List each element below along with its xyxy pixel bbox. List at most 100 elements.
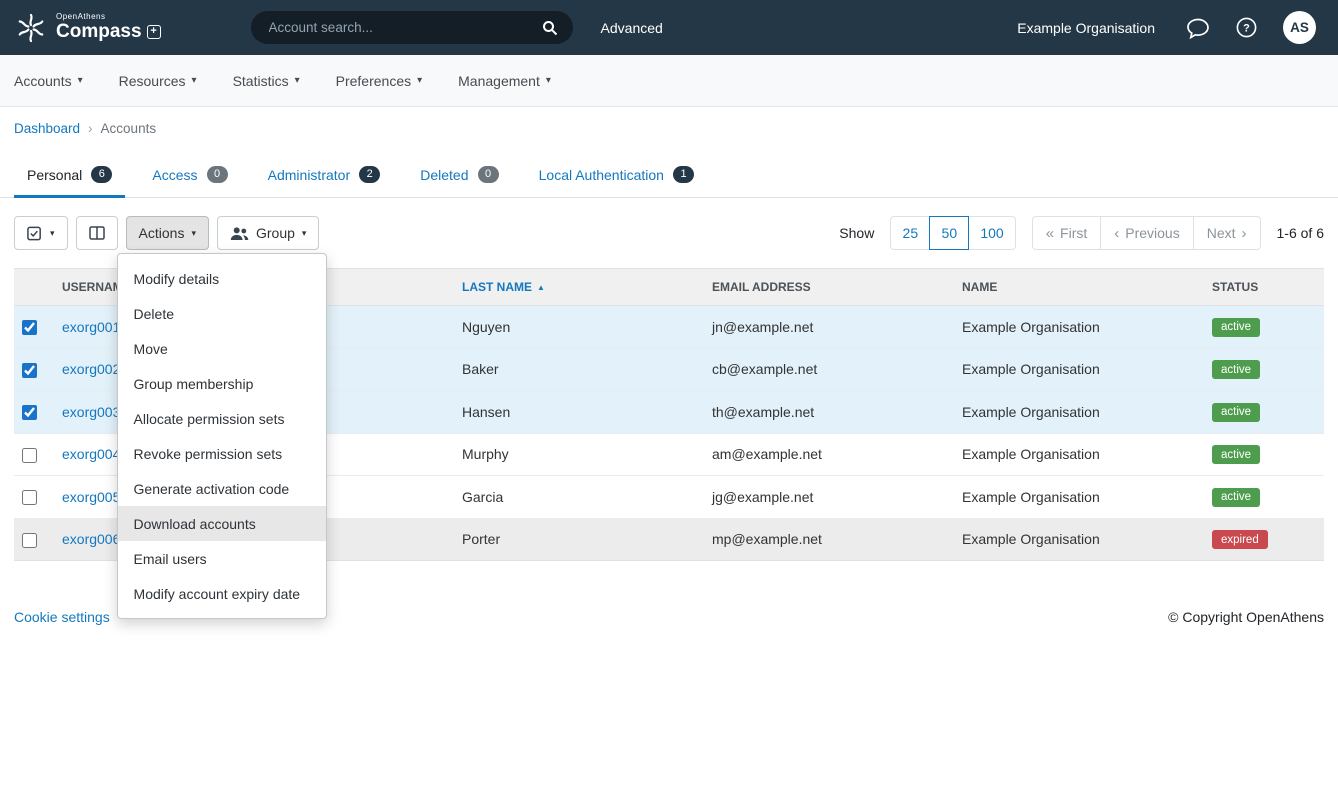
tab-count-badge: 2 [359, 166, 380, 183]
username-link[interactable]: exorg004 [62, 446, 120, 462]
nav-item-accounts[interactable]: Accounts▾ [14, 73, 83, 89]
chat-icon[interactable] [1186, 17, 1210, 39]
first-page-label: First [1060, 225, 1087, 241]
row-checkbox[interactable] [22, 320, 37, 335]
nav-item-label: Preferences [336, 73, 411, 89]
username-link[interactable]: exorg005 [62, 489, 120, 505]
toolbar-left: ▾ Actions ▾ Modify detailsDeleteMoveGrou… [14, 216, 319, 250]
tab-label: Access [152, 167, 197, 183]
status-cell: expired [1204, 518, 1324, 561]
status-cell: active [1204, 476, 1324, 519]
tab-deleted[interactable]: Deleted0 [407, 166, 511, 198]
nav-item-statistics[interactable]: Statistics▾ [233, 73, 300, 89]
username-link[interactable]: exorg001 [62, 319, 120, 335]
org-name-cell: Example Organisation [954, 306, 1204, 349]
actions-button-label: Actions [139, 225, 185, 241]
tab-personal[interactable]: Personal6 [14, 166, 125, 198]
status-badge: active [1212, 360, 1260, 379]
menu-item-download-accounts[interactable]: Download accounts [118, 506, 326, 541]
first-page-button[interactable]: « First [1032, 216, 1102, 250]
pager-group: « First ‹ Previous Next › [1032, 216, 1261, 250]
menu-item-move[interactable]: Move [118, 331, 326, 366]
page-size-100-button[interactable]: 100 [968, 216, 1015, 250]
row-checkbox-cell [14, 348, 54, 391]
nav-item-preferences[interactable]: Preferences ▾ [336, 73, 423, 89]
row-checkbox[interactable] [22, 405, 37, 420]
header-checkbox-col [14, 269, 54, 306]
previous-page-button[interactable]: ‹ Previous [1100, 216, 1193, 250]
status-badge: active [1212, 445, 1260, 464]
nav-item-management[interactable]: Management▾ [458, 73, 551, 89]
breadcrumb-link-dashboard[interactable]: Dashboard [14, 121, 80, 136]
select-all-button[interactable]: ▾ [14, 216, 68, 250]
tab-count-badge: 6 [91, 166, 112, 183]
email-cell: th@example.net [704, 391, 954, 434]
help-icon[interactable]: ? [1235, 16, 1258, 39]
menu-item-modify-account-expiry-date[interactable]: Modify account expiry date [118, 576, 326, 611]
group-button[interactable]: Group ▾ [217, 216, 319, 250]
username-link[interactable]: exorg003 [62, 404, 120, 420]
breadcrumb-current: Accounts [101, 121, 157, 136]
username-link[interactable]: exorg006 [62, 531, 120, 547]
status-cell: active [1204, 306, 1324, 349]
menu-item-group-membership[interactable]: Group membership [118, 366, 326, 401]
group-button-label: Group [256, 225, 295, 241]
org-name-cell: Example Organisation [954, 433, 1204, 476]
menu-item-modify-details[interactable]: Modify details [118, 261, 326, 296]
menu-item-delete[interactable]: Delete [118, 296, 326, 331]
col-header-email[interactable]: EMAIL ADDRESS [704, 269, 954, 306]
chevron-down-icon: ▾ [295, 76, 300, 86]
email-cell: jn@example.net [704, 306, 954, 349]
menu-item-generate-activation-code[interactable]: Generate activation code [118, 471, 326, 506]
page-size-group: 2550100 [890, 216, 1015, 250]
last-name-cell: Porter [454, 518, 704, 561]
tab-administrator[interactable]: Administrator2 [255, 166, 394, 198]
account-search-input[interactable] [251, 11, 573, 44]
row-checkbox-cell [14, 518, 54, 561]
status-badge: active [1212, 318, 1260, 337]
chevron-down-icon: ▾ [417, 76, 422, 86]
menu-item-revoke-permission-sets[interactable]: Revoke permission sets [118, 436, 326, 471]
page-size-50-button[interactable]: 50 [929, 216, 969, 250]
breadcrumb: Dashboard›Accounts [0, 107, 1338, 136]
username-link[interactable]: exorg002 [62, 361, 120, 377]
row-checkbox[interactable] [22, 533, 37, 548]
organisation-name: Example Organisation [1017, 20, 1155, 36]
status-cell: active [1204, 391, 1324, 434]
chevron-right-icon: › [1242, 226, 1247, 241]
row-checkbox-cell [14, 433, 54, 476]
status-cell: active [1204, 348, 1324, 391]
row-checkbox-cell [14, 476, 54, 519]
tab-access[interactable]: Access0 [139, 166, 240, 198]
columns-button[interactable] [76, 216, 118, 250]
plus-icon: + [147, 25, 161, 39]
tab-local-authentication[interactable]: Local Authentication1 [526, 166, 707, 198]
menu-item-allocate-permission-sets[interactable]: Allocate permission sets [118, 401, 326, 436]
openathens-logo-icon [14, 11, 48, 45]
row-checkbox[interactable] [22, 490, 37, 505]
tab-label: Deleted [420, 167, 468, 183]
status-badge: expired [1212, 530, 1268, 549]
checkbox-icon [27, 226, 43, 241]
topbar-right: Example Organisation ? AS [1017, 11, 1316, 44]
cookie-settings-link[interactable]: Cookie settings [14, 609, 110, 625]
group-icon [230, 226, 249, 241]
col-header-status[interactable]: STATUS [1204, 269, 1324, 306]
advanced-search-link[interactable]: Advanced [601, 20, 663, 36]
menu-item-email-users[interactable]: Email users [118, 541, 326, 576]
results-range: 1-6 of 6 [1277, 225, 1324, 241]
last-name-cell: Murphy [454, 433, 704, 476]
next-page-button[interactable]: Next › [1193, 216, 1261, 250]
page-size-25-button[interactable]: 25 [890, 216, 930, 250]
brand-logo[interactable]: OpenAthens Compass + [14, 11, 161, 45]
actions-button[interactable]: Actions ▾ [126, 216, 209, 250]
search-icon[interactable] [542, 20, 558, 36]
col-header-name[interactable]: NAME [954, 269, 1204, 306]
org-name-cell: Example Organisation [954, 348, 1204, 391]
row-checkbox[interactable] [22, 448, 37, 463]
row-checkbox[interactable] [22, 363, 37, 378]
nav-item-label: Management [458, 73, 540, 89]
col-header-last-name[interactable]: LAST NAME▲ [454, 269, 704, 306]
avatar[interactable]: AS [1283, 11, 1316, 44]
nav-item-resources[interactable]: Resources▾ [119, 73, 197, 89]
